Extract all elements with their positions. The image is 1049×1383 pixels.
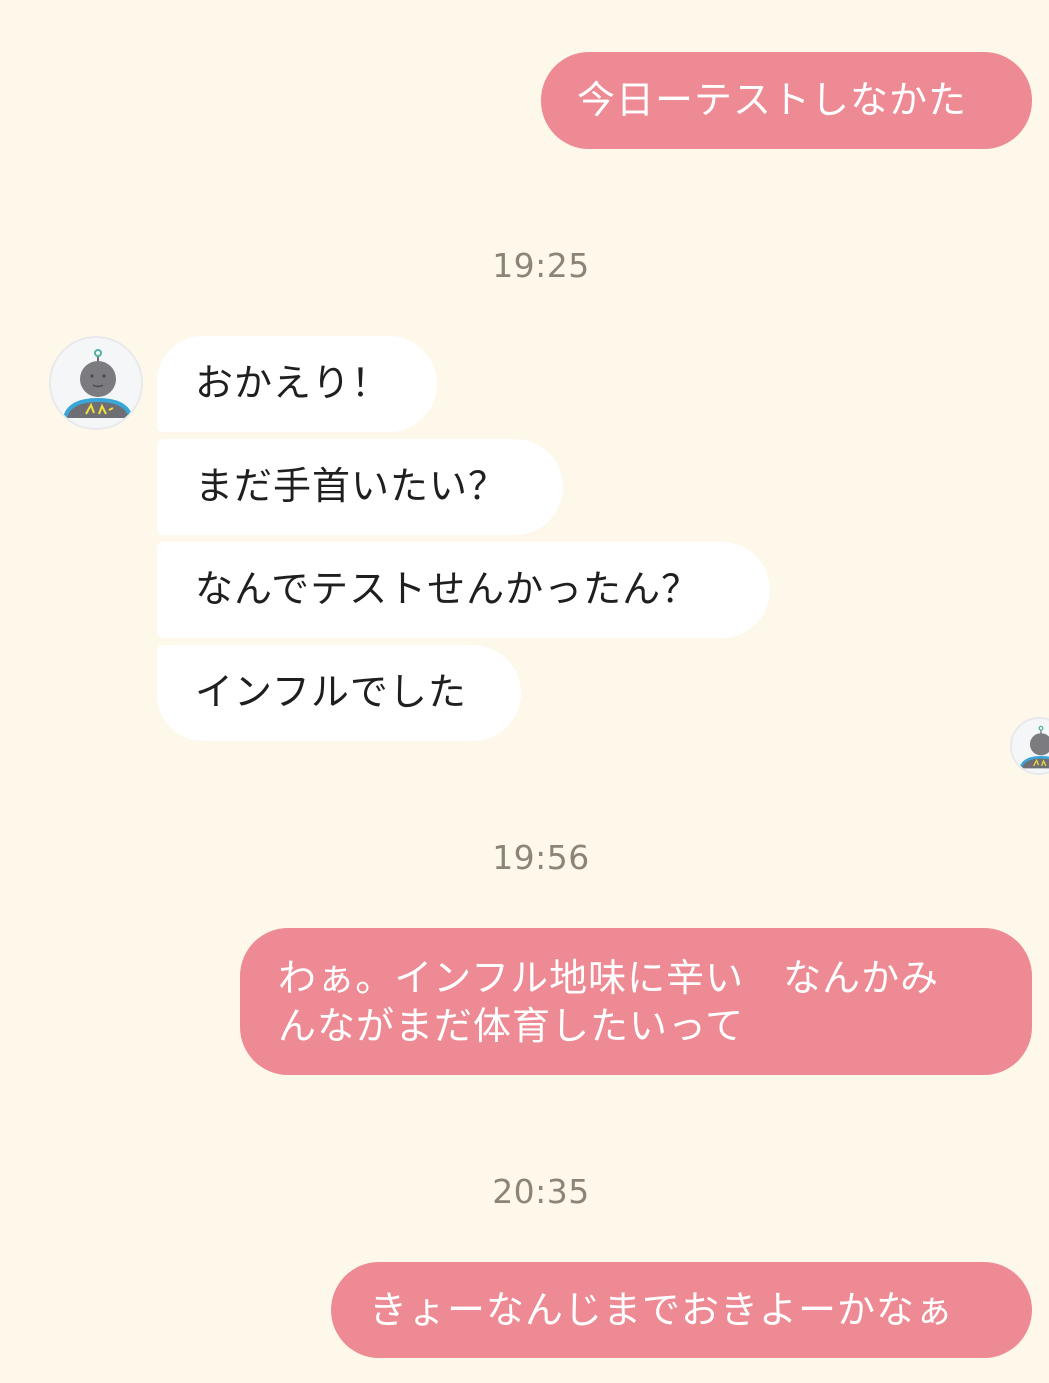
robot-avatar-icon bbox=[1012, 719, 1049, 773]
message-text: きょーなんじまでおきよーかなぁ bbox=[369, 1288, 955, 1332]
outgoing-message[interactable]: わぁ。インフル地味に辛い なんかみ んながまだ体育したいって bbox=[240, 928, 1032, 1075]
outgoing-message[interactable]: 今日ーテストしなかた bbox=[541, 52, 1032, 149]
message-text: おかえり！ bbox=[195, 361, 391, 405]
incoming-message[interactable]: まだ手首いたい？ bbox=[157, 439, 563, 535]
message-text-line: わぁ。インフル地味に辛い なんかみ bbox=[278, 956, 940, 1000]
contact-avatar[interactable] bbox=[49, 336, 143, 430]
message-text-line: んながまだ体育したいって bbox=[278, 1004, 745, 1048]
timestamp: 19:25 bbox=[492, 246, 590, 285]
message-text: なんでテストせんかったん？ bbox=[195, 567, 701, 611]
robot-avatar-icon bbox=[52, 339, 141, 428]
message-text: まだ手首いたい？ bbox=[195, 464, 508, 508]
outgoing-message[interactable]: きょーなんじまでおきよーかなぁ bbox=[331, 1262, 1032, 1358]
timestamp: 19:56 bbox=[492, 838, 590, 877]
chat-thread[interactable]: 今日ーテストしなかた 19:25 おかえり！ まだ手首いたい？ なんでテストせん… bbox=[0, 0, 1049, 1383]
message-text: インフルでした bbox=[195, 670, 467, 714]
incoming-message[interactable]: おかえり！ bbox=[157, 336, 437, 432]
incoming-message[interactable]: なんでテストせんかったん？ bbox=[157, 542, 770, 638]
message-text: 今日ーテストしなかた bbox=[577, 78, 968, 122]
read-receipt-avatar bbox=[1010, 717, 1049, 775]
incoming-message[interactable]: インフルでした bbox=[157, 645, 521, 741]
timestamp: 20:35 bbox=[492, 1172, 590, 1211]
